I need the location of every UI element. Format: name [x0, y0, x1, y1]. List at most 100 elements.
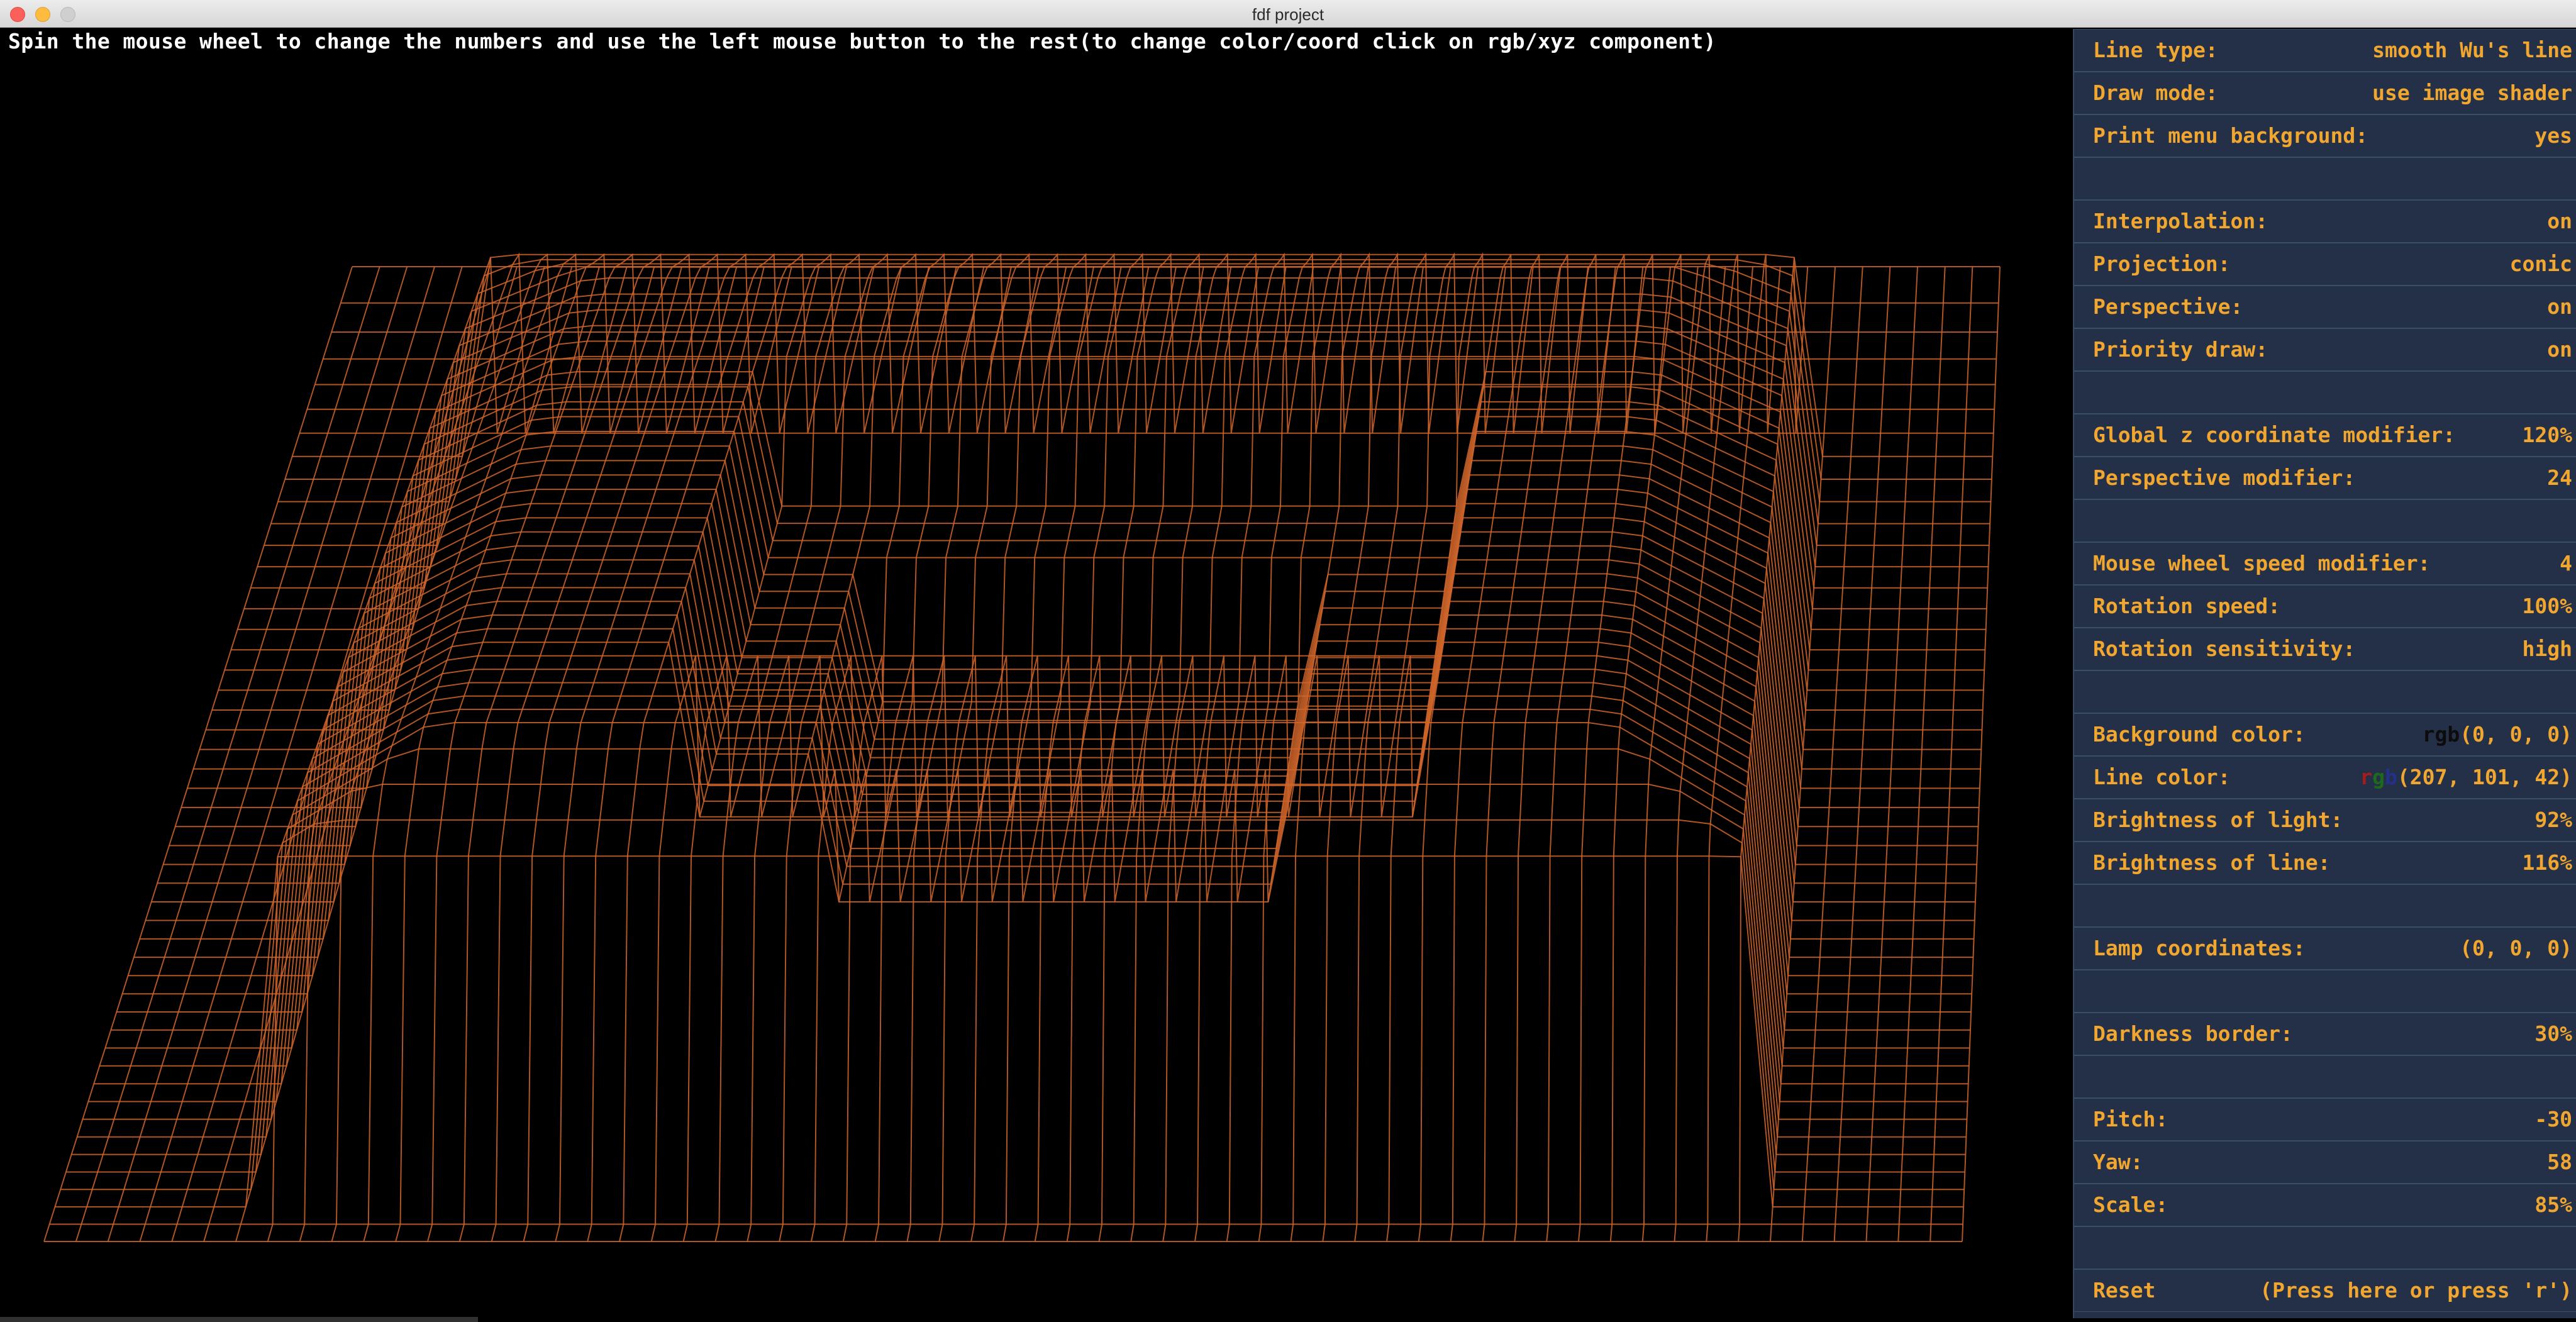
bottom-strip: [0, 1317, 478, 1322]
menu-row-pitch[interactable]: Pitch: -30: [2074, 1098, 2576, 1141]
wireframe-line: [1482, 254, 1589, 1242]
menu-row-lamp-coordinates[interactable]: Lamp coordinates: (0, 0, 0): [2074, 927, 2576, 970]
menu-label: Mouse wheel speed modifier:: [2093, 551, 2431, 575]
menu-separator-row: [2074, 884, 2576, 927]
menu-separator-row: [2074, 499, 2576, 542]
wireframe-line: [235, 266, 518, 1242]
wireframe-line: [970, 253, 1150, 1242]
wireframe-line: [363, 253, 628, 1242]
green-component[interactable]: g: [2372, 765, 2385, 789]
rgb-component[interactable]: rgb: [2423, 722, 2460, 747]
menu-row-perspective[interactable]: Perspective: on: [2074, 286, 2576, 328]
menu-separator-row: [2074, 371, 2576, 414]
reset-button[interactable]: Reset (Press here or press 'r'): [2074, 1269, 2576, 1312]
wireframe-line: [555, 253, 792, 1242]
title-bar: fdf project: [0, 0, 2576, 28]
wireframe-line: [218, 386, 1984, 691]
menu-row-yaw[interactable]: Yaw: 58: [2074, 1141, 2576, 1184]
settings-menu: Line type: smooth Wu's line Draw mode: u…: [2073, 29, 2576, 1318]
menu-separator-row: [2074, 670, 2576, 713]
menu-label: Priority draw:: [2093, 337, 2268, 362]
wireframe-line: [650, 253, 875, 1242]
menu-value: rgb(207, 101, 42): [2360, 757, 2572, 798]
wireframe-line: [71, 748, 1966, 1155]
menu-row-line-color[interactable]: Line color: rgb(207, 101, 42): [2074, 756, 2576, 799]
menu-label: Background color:: [2093, 722, 2306, 747]
menu-value: 116%: [2522, 850, 2572, 875]
menu-label: Draw mode:: [2093, 81, 2218, 105]
menu-row-line-type[interactable]: Line type: smooth Wu's line: [2074, 29, 2576, 72]
wireframe-line: [231, 355, 1985, 651]
wireframe-line: [1354, 252, 1479, 1242]
menu-value: rgb(0, 0, 0): [2423, 714, 2572, 755]
menu-label: Brightness of line:: [2093, 850, 2331, 875]
wireframe-line: [1706, 254, 1781, 1242]
menu-row-brightness-of-line[interactable]: Brightness of line: 116%: [2074, 842, 2576, 884]
menu-label: Projection:: [2093, 252, 2231, 276]
menu-label: Reset: [2093, 1278, 2156, 1303]
wireframe-line: [395, 253, 655, 1242]
menu-value: (0, 0, 0): [2460, 936, 2572, 960]
menu-row-scale[interactable]: Scale: 85%: [2074, 1184, 2576, 1226]
menu-row-perspective-modifier[interactable]: Perspective modifier: 24: [2074, 457, 2576, 499]
menu-separator-row: [2074, 970, 2576, 1013]
menu-value: 120%: [2522, 423, 2572, 447]
menu-row-brightness-of-light[interactable]: Brightness of light: 92%: [2074, 799, 2576, 842]
fdf-window: fdf project Spin the mouse wheel to chan…: [0, 0, 2576, 1322]
wireframe-line: [1098, 252, 1259, 1242]
menu-value: high: [2522, 636, 2572, 661]
wireframe-line: [1865, 266, 1918, 1242]
red-component[interactable]: r: [2360, 765, 2372, 789]
wireframe-line: [906, 253, 1094, 1242]
menu-row-draw-mode[interactable]: Draw mode: use image shader: [2074, 72, 2576, 114]
wireframe-line: [1962, 266, 2001, 1242]
wireframe-scene[interactable]: [0, 28, 2073, 1322]
menu-label: Rotation sensitivity:: [2093, 636, 2356, 661]
menu-label: Interpolation:: [2093, 209, 2268, 233]
wireframe-line: [1322, 252, 1452, 1242]
menu-value: 100%: [2522, 594, 2572, 618]
wireframe-line: [75, 266, 380, 1242]
menu-separator-row: [2074, 1055, 2576, 1098]
menu-value: (Press here or press 'r'): [2260, 1278, 2572, 1303]
wireframe-line: [938, 253, 1122, 1242]
menu-row-background-color[interactable]: Background color: rgb(0, 0, 0): [2074, 713, 2576, 756]
wireframe-line: [874, 253, 1067, 1242]
menu-row-rotation-speed[interactable]: Rotation speed: 100%: [2074, 585, 2576, 628]
menu-value: 30%: [2534, 1021, 2572, 1046]
wireframe-line: [1290, 252, 1424, 1242]
menu-row-rotation-sensitivity[interactable]: Rotation sensitivity: high: [2074, 628, 2576, 670]
menu-row-darkness-border[interactable]: Darkness border: 30%: [2074, 1013, 2576, 1055]
wireframe-line: [1450, 254, 1562, 1242]
menu-row-mouse-wheel-speed[interactable]: Mouse wheel speed modifier: 4: [2074, 542, 2576, 585]
menu-value: 58: [2547, 1150, 2572, 1174]
wireframe-line: [1418, 254, 1534, 1242]
menu-label: Darkness border:: [2093, 1021, 2293, 1046]
menu-label: Perspective modifier:: [2093, 465, 2356, 490]
menu-row-projection[interactable]: Projection: conic: [2074, 243, 2576, 286]
menu-row-print-menu-background[interactable]: Print menu background: yes: [2074, 114, 2576, 157]
wireframe-line: [107, 266, 408, 1242]
wireframe-line: [1258, 252, 1397, 1242]
menu-label: Rotation speed:: [2093, 594, 2281, 618]
menu-value: smooth Wu's line: [2372, 38, 2572, 62]
wireframe-line: [285, 258, 1992, 480]
wireframe-mesh: [43, 252, 2001, 1242]
menu-row-global-z-modifier[interactable]: Global z coordinate modifier: 120%: [2074, 414, 2576, 457]
menu-value: use image shader: [2372, 81, 2572, 105]
menu-value: conic: [2509, 252, 2572, 276]
menu-label: Perspective:: [2093, 294, 2243, 319]
menu-label: Yaw:: [2093, 1150, 2143, 1174]
menu-value: 85%: [2534, 1192, 2572, 1217]
menu-value: 92%: [2534, 808, 2572, 832]
menu-label: Brightness of light:: [2093, 808, 2343, 832]
blue-component[interactable]: b: [2385, 765, 2397, 789]
menu-value: yes: [2534, 123, 2572, 148]
wireframe-line: [1897, 266, 1946, 1242]
menu-row-interpolation[interactable]: Interpolation: on: [2074, 200, 2576, 243]
wireframe-line: [203, 266, 491, 1242]
menu-separator-row: [2074, 1226, 2576, 1269]
menu-label: Lamp coordinates:: [2093, 936, 2306, 960]
menu-row-priority-draw[interactable]: Priority draw: on: [2074, 328, 2576, 371]
wireframe-line: [60, 819, 1965, 1191]
